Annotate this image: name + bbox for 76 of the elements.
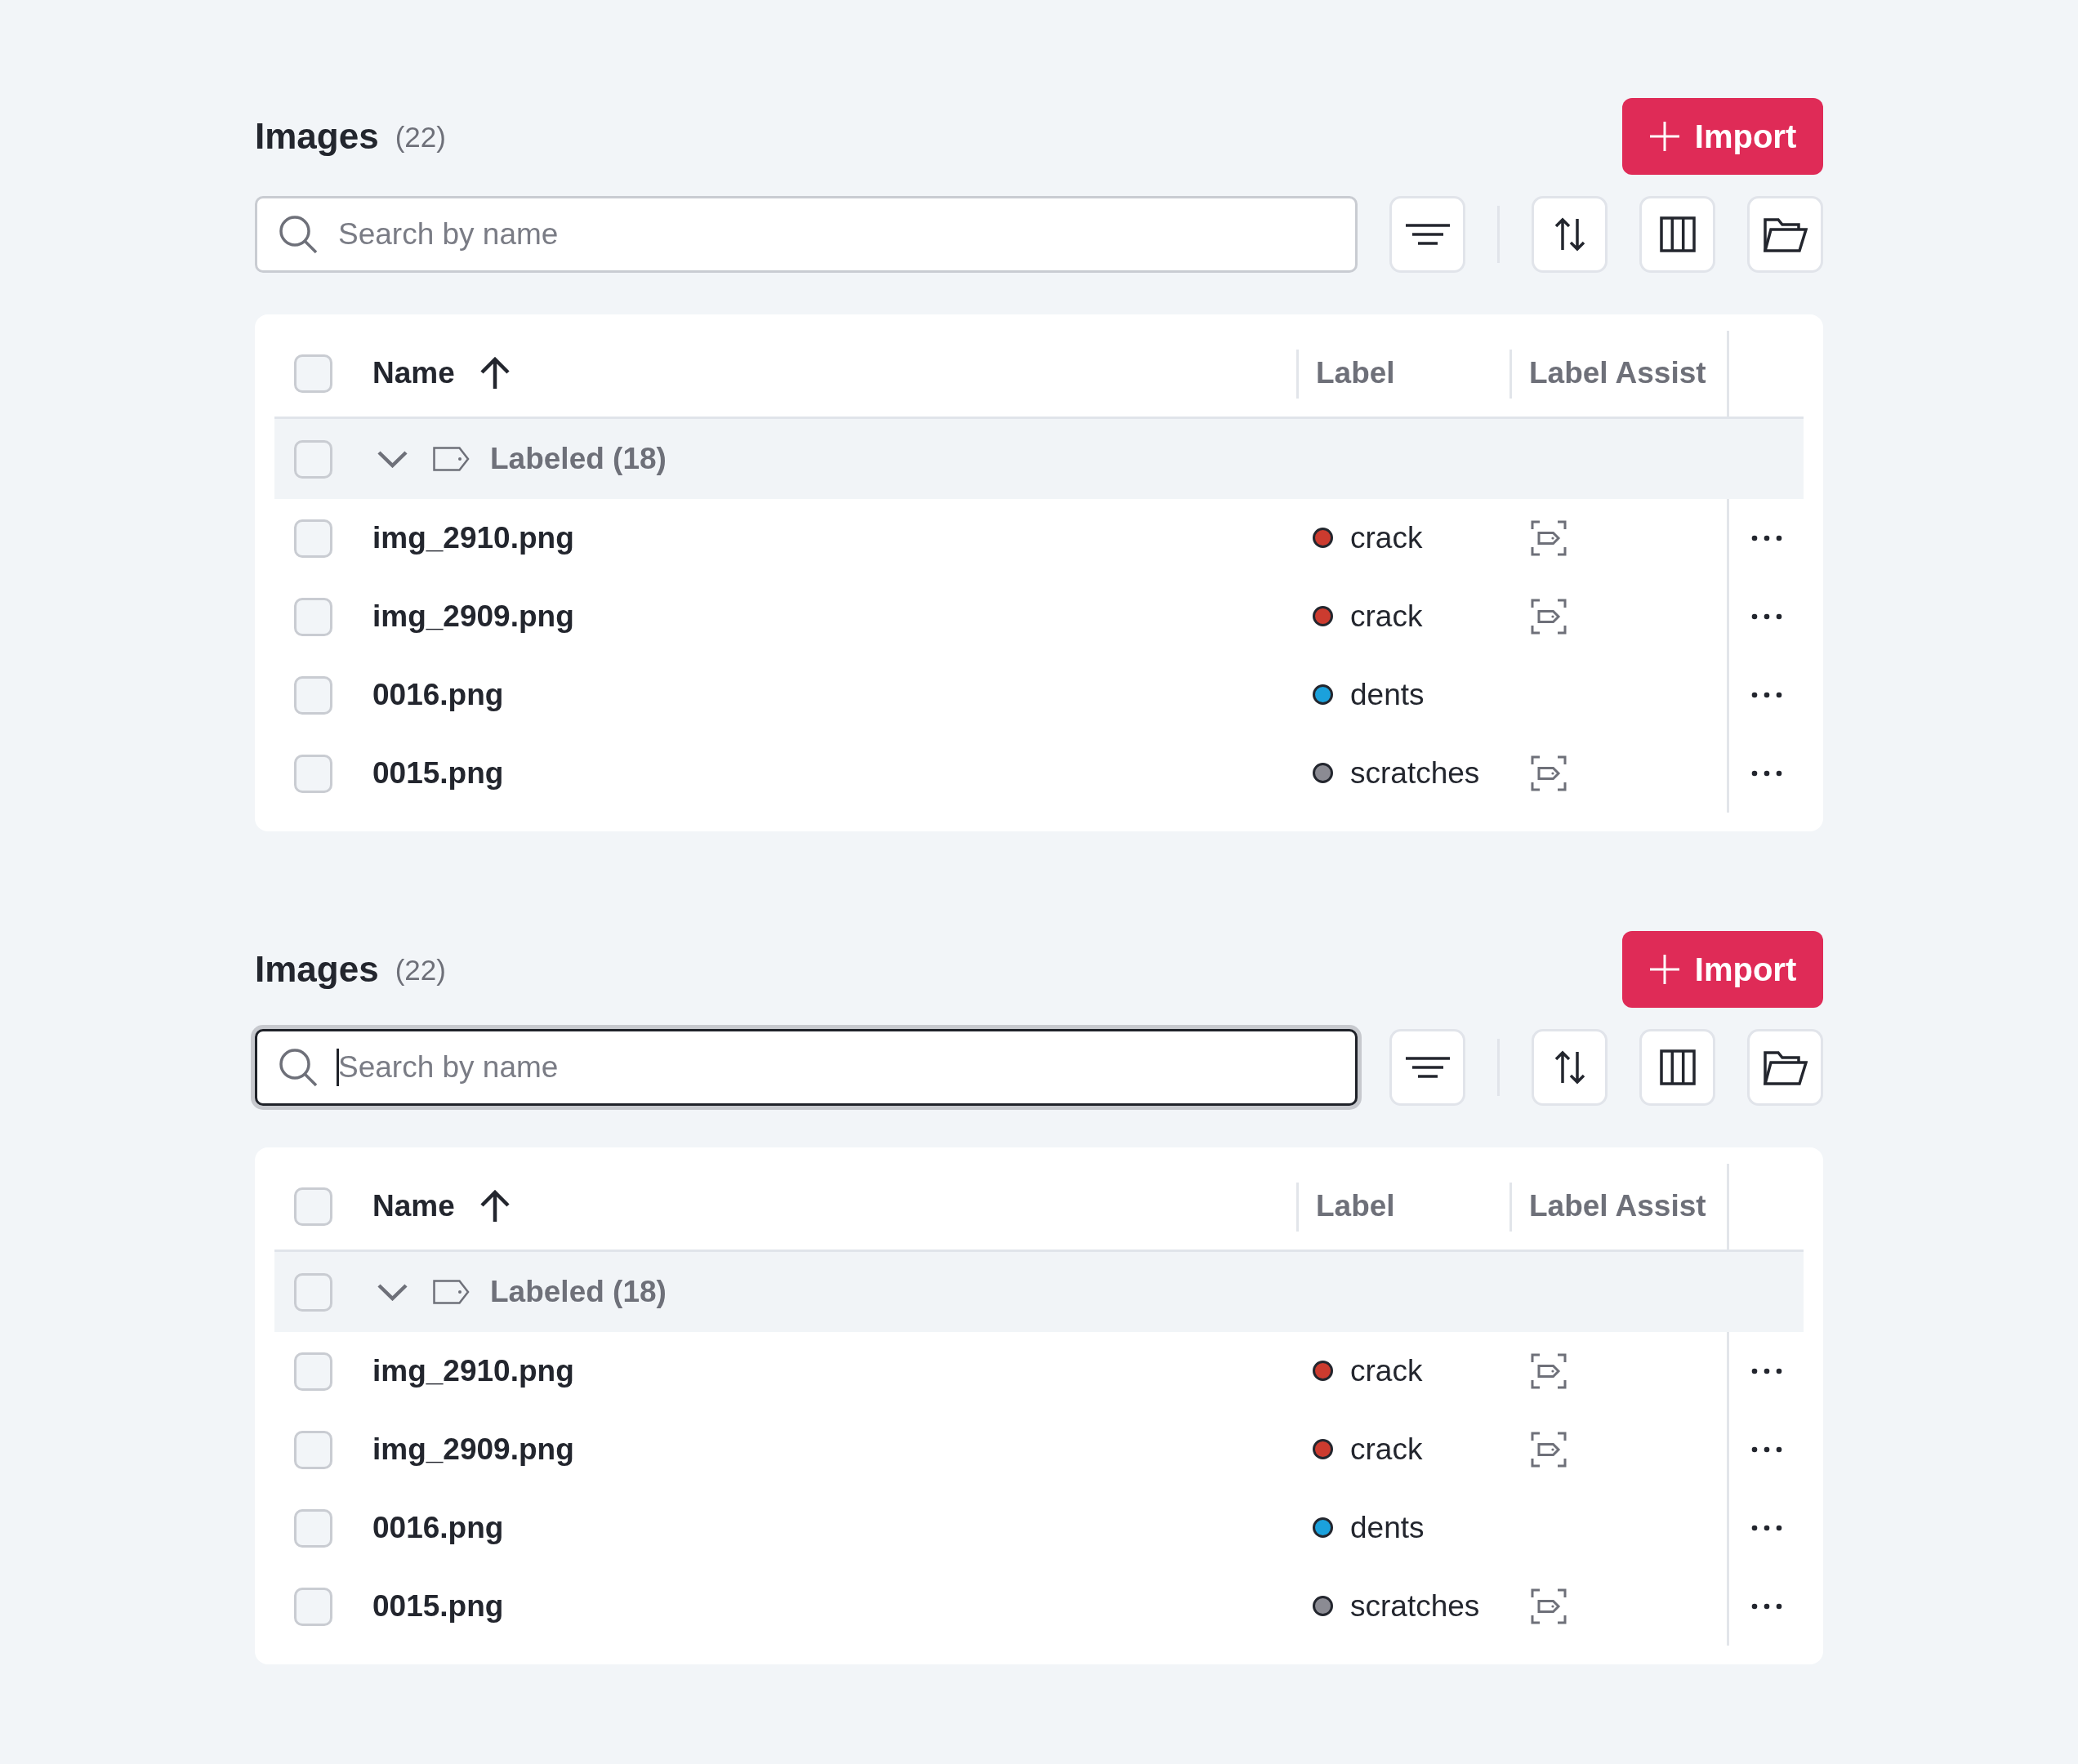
columns-icon [1659,216,1696,252]
item-count: (22) [395,955,446,984]
folder-icon [1763,216,1808,252]
row-checkbox[interactable] [294,1508,332,1548]
label-name: dents [1350,1509,1425,1546]
folder-button[interactable] [1747,1029,1823,1106]
column-header[interactable]: Label Assist [1529,1188,1706,1225]
column-header[interactable]: Name [372,1188,455,1225]
sort-button[interactable] [1532,196,1608,273]
select-all-checkbox[interactable] [294,354,332,393]
label-name: dents [1350,676,1425,713]
search-icon [279,215,318,254]
group-label: Labeled (18) [490,440,667,477]
column-header[interactable]: Label [1316,1188,1395,1225]
file-name: img_2909.png [372,599,574,633]
filter-icon [1405,1057,1450,1078]
filter-icon [1405,224,1450,245]
column-header[interactable]: Name [372,355,455,392]
row-checkbox[interactable] [294,519,332,558]
folder-button[interactable] [1747,196,1823,273]
more-icon[interactable] [1750,770,1782,777]
row-checkbox[interactable] [294,675,332,715]
file-name: img_2910.png [372,1353,574,1388]
filter-button[interactable] [1389,196,1465,273]
more-icon[interactable] [1750,535,1782,541]
select-all-checkbox[interactable] [294,1187,332,1226]
chevron-down-icon[interactable] [377,450,408,468]
columns-icon [1659,1049,1696,1085]
row-checkbox[interactable] [294,597,332,636]
label-name: crack [1350,1352,1423,1389]
more-icon[interactable] [1750,613,1782,620]
row-checkbox[interactable] [294,1352,332,1391]
file-name: 0016.png [372,1510,504,1544]
row-checkbox[interactable] [294,754,332,793]
folder-icon [1763,1049,1808,1085]
search-icon [279,1048,318,1087]
group-checkbox[interactable] [294,1272,332,1312]
more-icon[interactable] [1750,1603,1782,1610]
file-name: 0015.png [372,755,504,790]
sort-arrows-icon [1554,1050,1585,1085]
item-count: (22) [395,122,446,151]
group-label: Labeled (18) [490,1273,667,1310]
tag-icon [433,1280,470,1304]
group-checkbox[interactable] [294,439,332,479]
page-title: Images [255,951,379,987]
search-field[interactable]: Search by name [255,1029,1358,1106]
more-icon[interactable] [1750,1446,1782,1453]
filter-button[interactable] [1389,1029,1465,1106]
chevron-down-icon[interactable] [377,1283,408,1301]
row-checkbox[interactable] [294,1587,332,1626]
sort-button[interactable] [1532,1029,1608,1106]
file-name: 0015.png [372,1588,504,1623]
import-button[interactable]: Import [1622,931,1823,1008]
tag-icon [433,447,470,471]
plus-icon [1648,121,1680,152]
label-name: crack [1350,519,1423,556]
label-name: crack [1350,598,1423,635]
text-cursor-icon [337,1049,339,1086]
column-header[interactable]: Label Assist [1529,355,1706,392]
more-icon[interactable] [1750,1525,1782,1531]
page-title: Images [255,118,379,154]
label-name: crack [1350,1431,1423,1468]
more-icon[interactable] [1750,1368,1782,1374]
columns-button[interactable] [1639,1029,1715,1106]
column-header[interactable]: Label [1316,355,1395,392]
file-name: 0016.png [372,677,504,711]
label-name: scratches [1350,1588,1480,1624]
file-name: img_2910.png [372,520,574,555]
file-name: img_2909.png [372,1432,574,1466]
import-button[interactable]: Import [1622,98,1823,175]
sort-arrows-icon [1554,217,1585,252]
label-name: scratches [1350,755,1480,791]
plus-icon [1648,954,1680,985]
columns-button[interactable] [1639,196,1715,273]
row-checkbox[interactable] [294,1430,332,1469]
more-icon[interactable] [1750,692,1782,698]
